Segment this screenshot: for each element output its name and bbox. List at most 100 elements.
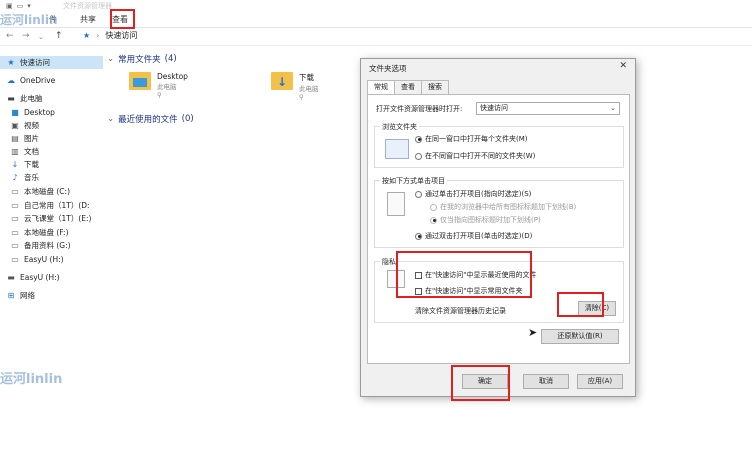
sidebar-item-network[interactable]: ⊞ 网络: [0, 289, 103, 302]
tab-view[interactable]: 查看: [394, 80, 422, 94]
back-icon[interactable]: ←: [6, 31, 14, 41]
chevron-down-icon: ⌄: [610, 104, 616, 112]
highlight-privacy-checkboxes: [396, 251, 532, 298]
document-icon: ▥: [11, 147, 19, 156]
breadcrumb[interactable]: ★ › 快速访问: [83, 30, 137, 41]
radio-icon: [415, 152, 422, 160]
chevron-down-icon[interactable]: ▾: [27, 2, 31, 10]
drive-icon: ▭: [11, 241, 19, 250]
browse-folders-group: 浏览文件夹 在同一窗口中打开每个文件夹(M) 在不同窗口中打开不同的文件夹(W): [374, 122, 624, 168]
drive-icon: ▭: [11, 201, 19, 210]
quick-access-toolbar: ▣ ▭ ▾: [6, 2, 31, 10]
sidebar-item-drive-g[interactable]: ▭ 备用资料 (G:): [0, 239, 103, 252]
sidebar-item-videos[interactable]: ▣ 视频: [0, 119, 103, 132]
drive-icon: ▭: [11, 214, 19, 223]
drive-icon: ▭: [11, 255, 19, 264]
desktop-icon: ■: [11, 108, 19, 117]
tab-search[interactable]: 搜索: [421, 80, 449, 94]
general-tab-panel: 打开文件资源管理器时打开: 快速访问 ⌄ 浏览文件夹 在同一窗口中打开每个文件夹…: [367, 94, 630, 364]
radio-single-click[interactable]: 通过单击打开项目(指向时选定)(S): [415, 189, 531, 199]
save-icon[interactable]: ▣: [6, 2, 13, 10]
sidebar-item-drive-d[interactable]: ▭ 自己常用（1T）(D:: [0, 199, 103, 212]
highlight-clear-button: [557, 292, 604, 317]
address-bar: ← → ⌄ ↑ ★ › 快速访问: [0, 28, 752, 46]
folder-icon: [271, 72, 293, 90]
sidebar-item-pictures[interactable]: ▤ 图片: [0, 132, 103, 145]
chevron-down-icon: ⌄: [107, 54, 115, 64]
window-icon: [385, 139, 409, 159]
click-legend: 按如下方式单击项目: [380, 176, 447, 186]
open-in-select[interactable]: 快速访问 ⌄: [476, 102, 620, 115]
sidebar-item-documents[interactable]: ▥ 文档: [0, 145, 103, 158]
sidebar-item-quick-access[interactable]: ★ 快速访问: [0, 56, 103, 69]
sidebar-item-onedrive[interactable]: ☁ OneDrive: [0, 74, 103, 87]
picture-icon: ▤: [11, 134, 19, 143]
download-icon: ↓: [11, 160, 19, 169]
forward-icon[interactable]: →: [22, 31, 30, 41]
mouse-pointer-icon: ➤: [528, 326, 538, 339]
folder-options-dialog: 文件夹选项 ✕ 常规 查看 搜索 打开文件资源管理器时打开: 快速访问 ⌄ 浏览…: [360, 58, 636, 397]
radio-icon: [430, 216, 437, 224]
breadcrumb-sep-icon: ›: [96, 31, 100, 40]
breadcrumb-quick-access[interactable]: 快速访问: [105, 30, 137, 41]
watermark-text: 运河linlin: [0, 13, 58, 27]
group-recent-files[interactable]: ⌄ 最近使用的文件 (0): [107, 113, 194, 125]
sidebar-item-music[interactable]: ♪ 音乐: [0, 171, 103, 184]
radio-same-window[interactable]: 在同一窗口中打开每个文件夹(M): [415, 134, 528, 144]
dialog-tabs: 常规 查看 搜索: [367, 80, 449, 95]
apply-button[interactable]: 应用(A): [577, 374, 623, 389]
cloud-icon: ☁: [7, 76, 15, 85]
network-icon: ⊞: [7, 291, 15, 300]
tab-general[interactable]: 常规: [367, 80, 395, 95]
folder-downloads[interactable]: 下载 此电脑 ⚲: [271, 72, 319, 101]
star-icon: ★: [7, 58, 15, 67]
pin-icon: ⚲: [299, 93, 304, 101]
click-cursor-icon: [387, 192, 405, 216]
up-icon[interactable]: ↑: [55, 31, 63, 41]
clear-history-label: 清除文件资源管理器历史记录: [415, 307, 506, 315]
drive-icon: ▭: [11, 228, 19, 237]
tab-share[interactable]: 共享: [80, 14, 96, 25]
watermark-text: 运河linlin: [0, 372, 63, 387]
radio-icon: [415, 190, 422, 198]
highlight-view-tab: [110, 9, 135, 29]
sidebar-item-downloads[interactable]: ↓ 下载: [0, 158, 103, 171]
radio-underline-hover[interactable]: 仅当指向图标标题时加下划线(P): [430, 215, 541, 225]
radio-icon: [415, 232, 422, 240]
folder-location: 此电脑: [157, 83, 177, 91]
sidebar-item-desktop[interactable]: ■ Desktop: [0, 106, 103, 119]
sidebar-item-drive-c[interactable]: ▭ 本地磁盘 (C:): [0, 185, 103, 198]
sidebar-item-easyu-usb[interactable]: ▬ EasyU (H:): [0, 271, 103, 284]
star-icon: ★: [83, 31, 91, 40]
sidebar-item-drive-h[interactable]: ▭ EasyU (H:): [0, 253, 103, 266]
video-icon: ▣: [11, 121, 19, 130]
folder-icon: [129, 72, 151, 90]
dialog-title: 文件夹选项: [369, 64, 407, 73]
group-frequent-folders[interactable]: ⌄ 常用文件夹 (4): [107, 53, 177, 65]
radio-underline-all[interactable]: 在我的浏览器中给所有图标标题加下划线(B): [430, 202, 576, 212]
chevron-down-icon[interactable]: ⌄: [38, 33, 44, 41]
cancel-button[interactable]: 取消: [523, 374, 569, 389]
usb-icon: ▬: [7, 273, 15, 282]
restore-defaults-button[interactable]: 还原默认值(R): [541, 329, 619, 344]
close-icon[interactable]: ✕: [619, 61, 627, 71]
sidebar-item-drive-f[interactable]: ▭ 本地磁盘 (F:): [0, 226, 103, 239]
radio-double-click[interactable]: 通过双击打开项目(单击时选定)(D): [415, 231, 532, 241]
folder-location: 此电脑: [299, 85, 319, 93]
radio-new-window[interactable]: 在不同窗口中打开不同的文件夹(W): [415, 151, 535, 161]
sidebar-item-drive-e[interactable]: ▭ 云飞课堂（1T）(E:): [0, 212, 103, 225]
click-items-group: 按如下方式单击项目 通过单击打开项目(指向时选定)(S) 在我的浏览器中给所有图…: [374, 176, 624, 248]
chevron-right-icon: ⌄: [107, 114, 115, 124]
pc-icon: ▬: [7, 94, 15, 103]
folder-name: 下载: [299, 73, 314, 82]
new-folder-icon[interactable]: ▭: [17, 2, 24, 10]
browse-legend: 浏览文件夹: [380, 122, 419, 132]
drive-icon: ▭: [11, 187, 19, 196]
window-title: 文件资源管理器: [63, 2, 112, 10]
folder-name: Desktop: [157, 72, 188, 81]
sidebar-item-this-pc[interactable]: ▬ 此电脑: [0, 92, 103, 105]
highlight-ok-button: [451, 365, 510, 401]
radio-icon: [430, 203, 437, 211]
open-in-label: 打开文件资源管理器时打开:: [376, 105, 463, 113]
folder-desktop[interactable]: Desktop 此电脑 ⚲: [129, 72, 188, 99]
